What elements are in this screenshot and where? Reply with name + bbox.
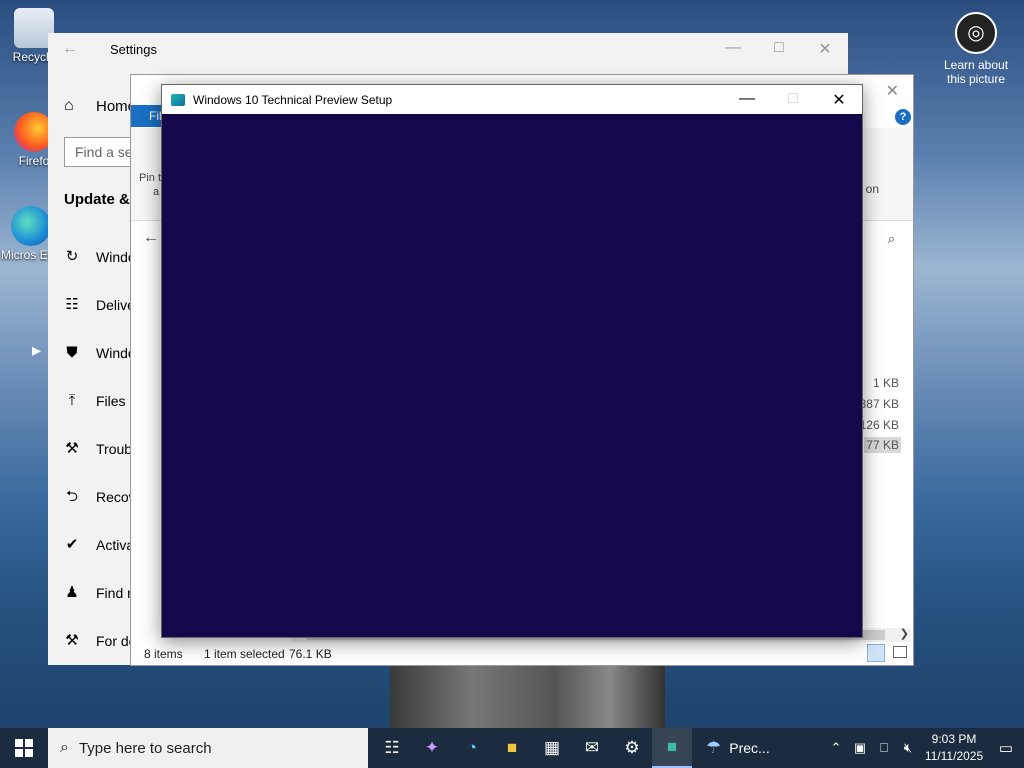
status-selected: 1 item selected xyxy=(204,647,285,661)
maximize-button: □ xyxy=(788,89,798,107)
nav-item-label: Troub xyxy=(96,441,133,457)
nav-item-activation[interactable]: ✔ Activa xyxy=(64,536,135,554)
clock[interactable]: 9:03 PM 11/11/2025 xyxy=(920,731,988,765)
wrench-icon: ⚒ xyxy=(65,440,79,457)
start-button[interactable] xyxy=(0,728,48,768)
back-arrow-icon[interactable]: ← xyxy=(48,40,92,58)
umbrella-icon: ☂ xyxy=(706,738,722,757)
setup-app-icon xyxy=(171,93,185,106)
windows-logo-icon xyxy=(15,739,33,757)
nav-home[interactable]: ⌂ Home xyxy=(64,97,136,115)
meet-now-icon[interactable]: ▣ xyxy=(848,740,872,756)
mouse-cursor-icon: ▸ xyxy=(32,340,42,360)
taskbar-search-box[interactable]: ⌕ Type here to search xyxy=(48,728,368,768)
notifications-icon[interactable]: ▭ xyxy=(988,739,1024,757)
settings-taskbar-icon[interactable]: ⚙ xyxy=(612,728,652,768)
help-icon[interactable]: ? xyxy=(895,109,911,125)
upload-icon: ⤒ xyxy=(68,392,76,409)
file-size: 126 KB xyxy=(859,418,899,432)
nav-item-for-developers[interactable]: ⚒ For de xyxy=(64,632,136,650)
back-arrow-icon[interactable]: ← xyxy=(143,229,159,247)
tools-icon: ⚒ xyxy=(65,632,79,649)
scroll-right-icon[interactable]: ❯ xyxy=(900,627,909,640)
file-size: 1 KB xyxy=(872,376,899,390)
file-tab[interactable]: Fil xyxy=(131,105,165,127)
close-button[interactable]: ✕ xyxy=(802,39,848,59)
system-tray: ⌃ ▣ ⎕ 🔇︎ 9:03 PM 11/11/2025 ▭ xyxy=(824,731,1024,765)
wallpaper-pier xyxy=(390,665,665,728)
check-circle-icon: ✔ xyxy=(65,536,79,553)
settings-title: Settings xyxy=(110,41,157,57)
edge-icon xyxy=(11,206,51,246)
maximize-button[interactable]: □ xyxy=(756,39,802,59)
nav-item-find-my-device[interactable]: ♟ Find n xyxy=(64,584,135,602)
network-icon[interactable]: ⎕ xyxy=(872,740,896,756)
search-icon: ⌕ xyxy=(60,739,69,756)
close-icon[interactable]: ✕ xyxy=(886,81,899,101)
status-bar: 8 items 1 item selected 76.1 KB xyxy=(131,644,913,665)
nav-item-delivery-optimization[interactable]: ☷ Delive xyxy=(64,296,135,314)
chevron-up-icon[interactable]: ⌃ xyxy=(824,740,848,756)
edge-taskbar-icon[interactable]: ◔ xyxy=(452,728,492,768)
nav-item-troubleshoot[interactable]: ⚒ Troub xyxy=(64,440,133,458)
setup-title: Windows 10 Technical Preview Setup xyxy=(193,92,393,107)
desktop-icon-label: Firefo xyxy=(18,154,50,168)
details-view-icon[interactable] xyxy=(867,644,885,662)
setup-titlebar: Windows 10 Technical Preview Setup — □ ✕ xyxy=(162,85,862,114)
weather-widget[interactable]: ☂ Prec... xyxy=(706,738,770,758)
recovery-icon: ⮌ xyxy=(65,488,78,505)
settings-titlebar: ← Settings — □ ✕ xyxy=(48,33,848,65)
store-taskbar-icon[interactable]: ▦ xyxy=(532,728,572,768)
nav-item-label: Activa xyxy=(96,537,135,553)
ribbon-pin-label: Pin t xyxy=(139,172,162,184)
file-size-selected: 77 KB xyxy=(864,437,901,453)
nav-item-files-backup[interactable]: ⤒ Files b xyxy=(64,392,138,410)
status-item-count: 8 items xyxy=(144,647,183,661)
learn-about-picture[interactable]: ◎ Learn about this picture xyxy=(938,12,1014,86)
windows-setup-dialog: Windows 10 Technical Preview Setup — □ ✕ xyxy=(161,84,863,638)
camera-icon: ◎ xyxy=(955,12,997,54)
ribbon-a-label: a xyxy=(153,186,160,198)
file-size: 387 KB xyxy=(859,397,899,411)
nav-item-windows-update[interactable]: ↻ Windo xyxy=(64,248,136,266)
clock-date: 11/11/2025 xyxy=(924,749,984,763)
weather-label: Prec... xyxy=(729,740,770,756)
delivery-icon: ☷ xyxy=(65,296,79,313)
refresh-icon: ↻ xyxy=(65,248,79,265)
nav-item-recovery[interactable]: ⮌ Recov xyxy=(64,488,136,506)
clock-time: 9:03 PM xyxy=(931,732,977,746)
home-icon: ⌂ xyxy=(64,97,74,114)
file-explorer-taskbar-icon[interactable]: ■ xyxy=(492,728,532,768)
large-icons-view-icon[interactable] xyxy=(893,646,907,658)
person-pin-icon: ♟ xyxy=(65,584,79,601)
taskbar-search-placeholder: Type here to search xyxy=(78,739,212,757)
search-icon[interactable]: ⌕ xyxy=(888,231,895,247)
setup-taskbar-icon[interactable]: ■ xyxy=(652,728,692,768)
minimize-button[interactable]: — xyxy=(710,39,756,59)
learn-about-picture-label: Learn about this picture xyxy=(943,58,1009,86)
volume-muted-icon[interactable]: 🔇︎ xyxy=(896,740,920,756)
status-size: 76.1 KB xyxy=(289,647,332,661)
close-button[interactable]: ✕ xyxy=(816,90,862,110)
setup-content-area xyxy=(162,114,862,637)
minimize-button[interactable]: — xyxy=(724,90,770,110)
shield-icon: ⛊ xyxy=(66,344,78,361)
mail-taskbar-icon[interactable]: ✉ xyxy=(572,728,612,768)
copilot-icon[interactable]: ✦ xyxy=(412,728,452,768)
taskbar: ⌕ Type here to search ☷ ✦ ◔ ■ ▦ ✉ ⚙ ■ ☂ … xyxy=(0,728,1024,768)
nav-item-windows-security[interactable]: ⛊ Windo xyxy=(64,344,135,362)
task-view-icon[interactable]: ☷ xyxy=(372,728,412,768)
ribbon-on-label: on xyxy=(865,182,879,196)
